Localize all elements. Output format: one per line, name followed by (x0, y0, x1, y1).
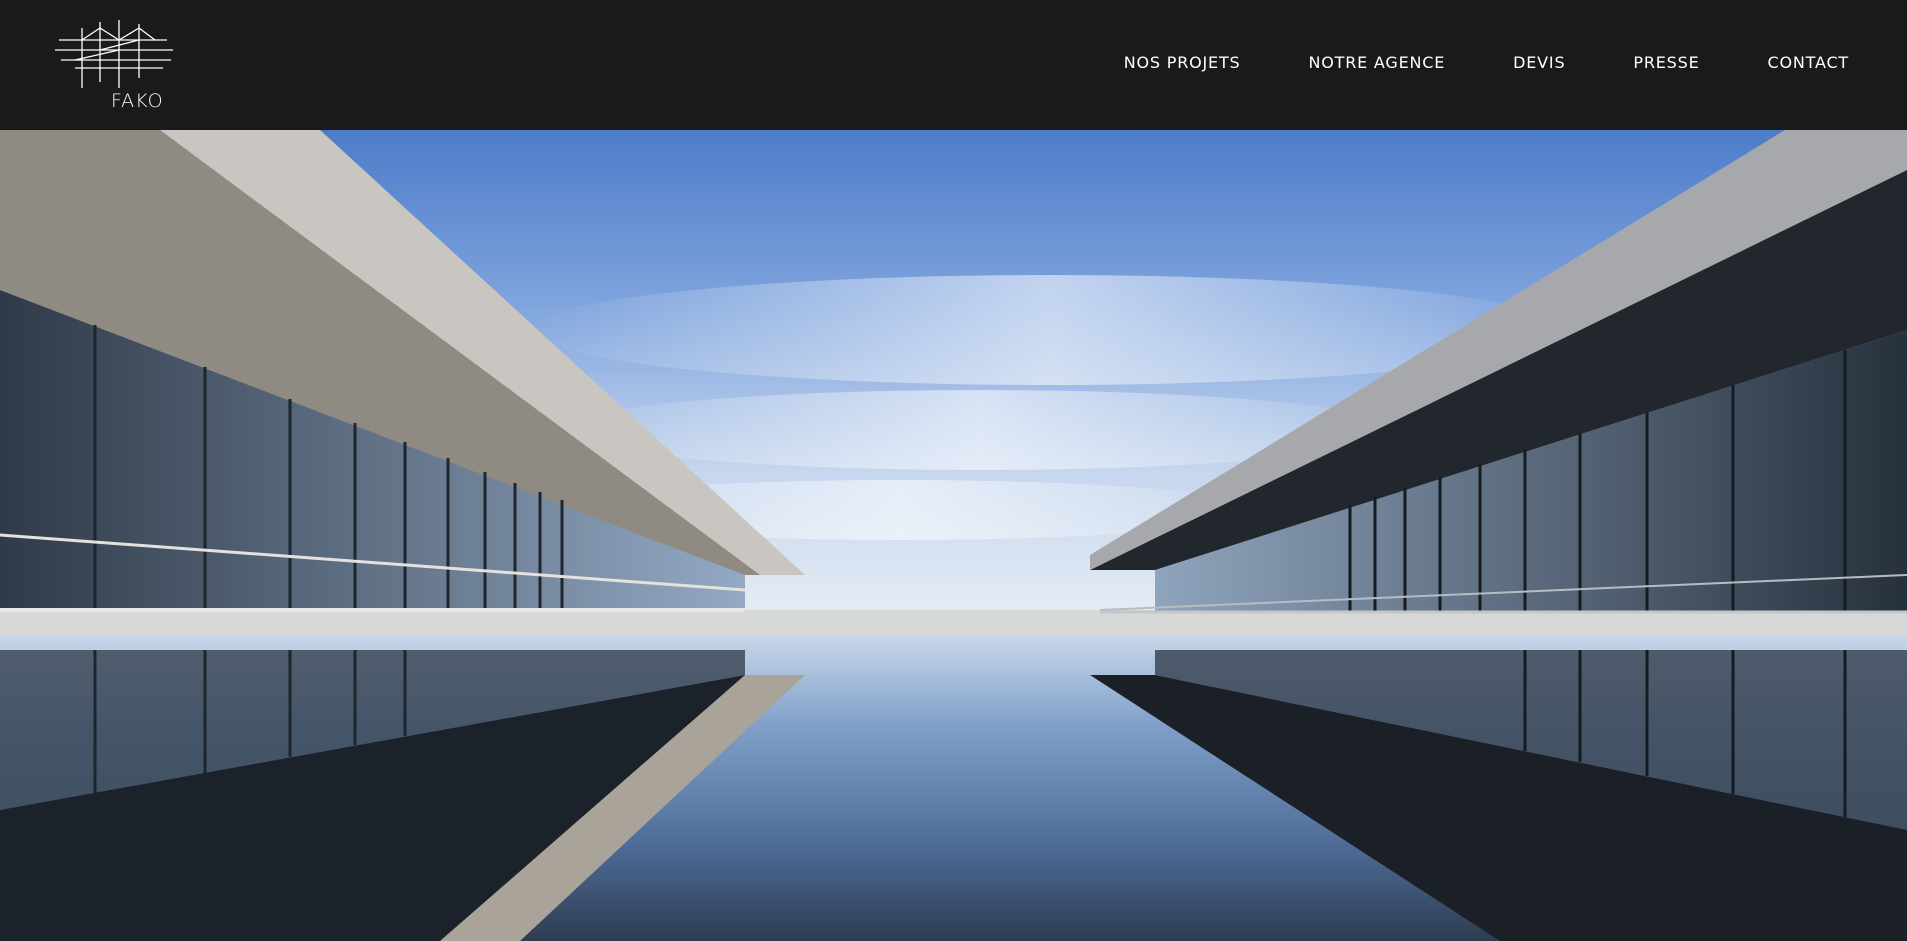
nav-item-presse[interactable]: PRESSE (1633, 53, 1699, 72)
nav-item-notre-agence[interactable]: NOTRE AGENCE (1308, 53, 1445, 72)
nav-item-nos-projets[interactable]: NOS PROJETS (1124, 53, 1241, 72)
architecture-reflection-photo (0, 130, 1907, 941)
site-header: FAKO NOS PROJETS NOTRE AGENCE DEVIS PRES… (0, 0, 1907, 130)
building-wireframe-icon (55, 20, 173, 88)
logo[interactable]: FAKO (55, 18, 185, 114)
nav-item-devis[interactable]: DEVIS (1513, 53, 1565, 72)
nav-item-contact[interactable]: CONTACT (1768, 53, 1849, 72)
hero-image (0, 130, 1907, 941)
logo-text: FAKO (111, 90, 164, 112)
main-nav: NOS PROJETS NOTRE AGENCE DEVIS PRESSE CO… (1056, 53, 1849, 72)
